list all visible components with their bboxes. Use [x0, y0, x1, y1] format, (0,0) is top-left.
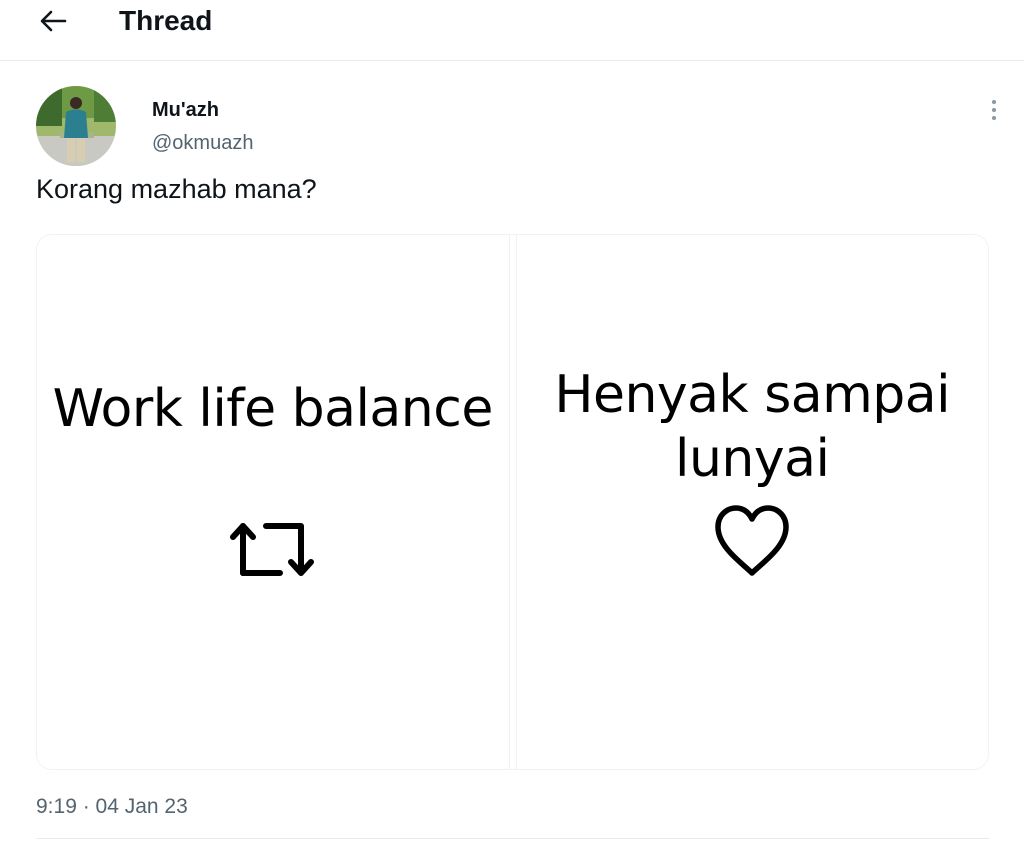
media-image-2[interactable]: Henyak sampai lunyai: [515, 235, 988, 769]
avatar-photo: [36, 86, 116, 166]
thread-header: Thread: [0, 0, 1024, 61]
retweet-icon: [229, 523, 314, 576]
tweet-media: Work life balance Henyak sampai lunyai: [36, 234, 989, 770]
author-display-name[interactable]: Mu'azh: [152, 97, 219, 123]
tweet-text: Korang mazhab mana?: [36, 174, 317, 204]
back-button[interactable]: [32, 4, 74, 38]
page-title: Thread: [119, 5, 213, 36]
tweet-timestamp[interactable]: 9:19 · 04 Jan 23: [36, 794, 188, 820]
more-vertical-icon: [992, 100, 996, 104]
media-image-1-text: Work life balance: [52, 379, 494, 439]
divider: [36, 838, 989, 839]
more-options-button[interactable]: [982, 96, 1006, 124]
heart-icon: [715, 505, 789, 576]
avatar[interactable]: [36, 86, 116, 166]
media-image-1[interactable]: Work life balance: [37, 235, 510, 769]
author-handle[interactable]: @okmuazh: [152, 131, 253, 155]
arrow-left-icon: [40, 10, 67, 32]
media-image-2-text: Henyak sampai lunyai: [554, 365, 951, 489]
